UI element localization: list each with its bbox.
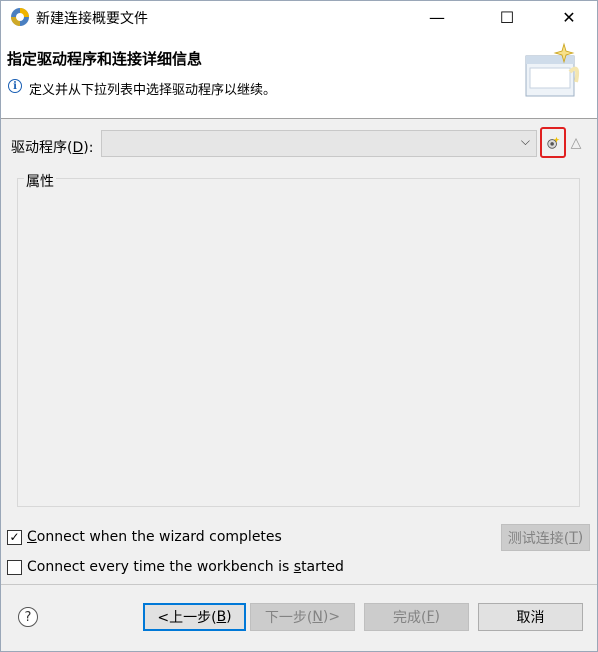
connect-every-time-option[interactable]: Connect every time the workbench is star…: [7, 559, 344, 575]
help-icon[interactable]: ?: [18, 607, 38, 627]
chevron-down-icon: ⌵: [520, 134, 530, 148]
driver-label: 驱动程序(D):: [11, 140, 94, 156]
close-button[interactable]: ✕: [546, 0, 592, 34]
wizard-banner-icon: [520, 42, 584, 106]
minimize-button[interactable]: —: [414, 0, 460, 34]
page-title: 指定驱动程序和连接详细信息: [7, 50, 203, 68]
eclipse-logo-icon: [10, 7, 30, 27]
edit-driver-definition-icon[interactable]: △: [569, 133, 583, 153]
info-icon: i: [8, 79, 22, 93]
properties-group: [17, 178, 580, 507]
title-bar: 新建连接概要文件 — ☐ ✕: [0, 0, 598, 34]
wizard-content: 驱动程序(D): ⌵ △ 属性 ✓ Connect when the wizar…: [0, 119, 598, 584]
connect-every-time-label: Connect every time the workbench is star…: [27, 559, 344, 575]
wizard-footer: ? <上一步(B) 下一步(N)> 完成(F) 取消: [0, 585, 598, 652]
cancel-button[interactable]: 取消: [478, 603, 583, 631]
page-description: 定义并从下拉列表中选择驱动程序以继续。: [29, 83, 277, 98]
new-driver-definition-button[interactable]: [540, 127, 566, 158]
window-title: 新建连接概要文件: [36, 11, 148, 27]
maximize-button[interactable]: ☐: [484, 0, 530, 34]
new-driver-definition-icon: [547, 136, 560, 149]
test-connection-button[interactable]: 测试连接(T): [501, 524, 590, 551]
next-button[interactable]: 下一步(N)>: [250, 603, 355, 631]
connect-on-finish-checkbox[interactable]: ✓: [7, 529, 22, 545]
connect-on-finish-option[interactable]: ✓ Connect when the wizard completes: [7, 529, 282, 545]
back-button[interactable]: <上一步(B): [143, 603, 246, 631]
wizard-header: 指定驱动程序和连接详细信息 i 定义并从下拉列表中选择驱动程序以继续。: [0, 34, 598, 118]
finish-button[interactable]: 完成(F): [364, 603, 469, 631]
connect-every-time-checkbox[interactable]: [7, 559, 22, 575]
connect-on-finish-label: Connect when the wizard completes: [27, 529, 282, 545]
properties-group-label: 属性: [24, 171, 56, 191]
driver-dropdown[interactable]: ⌵: [101, 130, 537, 157]
